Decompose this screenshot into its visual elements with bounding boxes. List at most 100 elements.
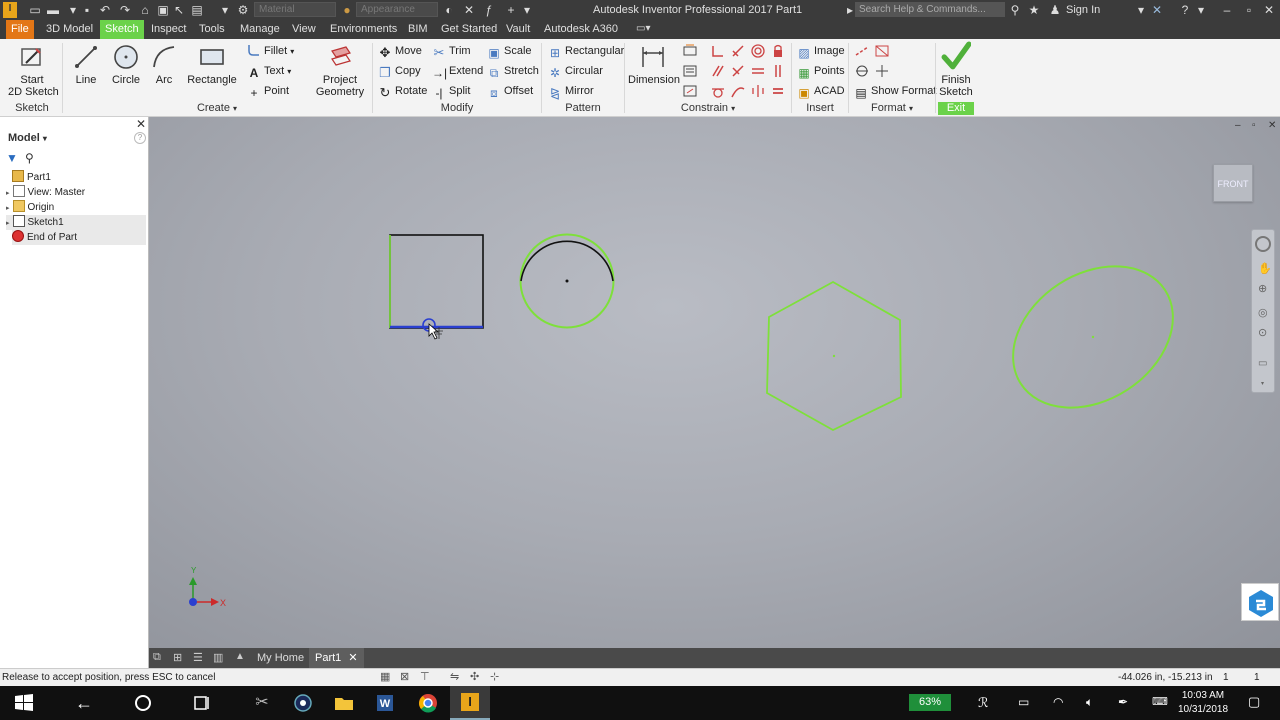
tree-item-part1[interactable]: Part1: [12, 170, 146, 185]
tile-horizontal-icon[interactable]: ☰: [193, 651, 203, 664]
volume-icon[interactable]: 🔈︎: [1086, 695, 1093, 710]
filter-icon[interactable]: ▼: [6, 151, 18, 165]
tab-autodesk-a360[interactable]: Autodesk A360: [539, 20, 623, 39]
back-arrow-icon[interactable]: ←: [72, 691, 96, 715]
tab-environments[interactable]: Environments: [325, 20, 402, 39]
construction-icon[interactable]: [854, 43, 870, 59]
undo-icon[interactable]: ↶: [98, 3, 112, 17]
people-icon[interactable]: ℛ: [978, 695, 988, 711]
inventor-logo-icon[interactable]: I: [3, 2, 17, 18]
show-format-button[interactable]: ▤ Show Format: [854, 82, 936, 100]
equal-constraint-icon[interactable]: [770, 83, 786, 99]
start-2d-sketch-button[interactable]: Start 2D Sketch: [8, 43, 59, 98]
notifications-icon[interactable]: ▢: [1248, 694, 1260, 710]
browser-header[interactable]: Model ▾: [8, 132, 47, 144]
rotate-button[interactable]: ↻ Rotate: [378, 82, 428, 100]
status-sketch-icon-4[interactable]: ⇋: [450, 670, 459, 683]
look-at-icon[interactable]: ⊙: [1258, 326, 1267, 339]
tree-item-sketch1[interactable]: ▸ Sketch1: [6, 215, 146, 230]
center-point-icon[interactable]: [854, 63, 870, 79]
circular-pattern-button[interactable]: ✲ Circular: [548, 62, 603, 80]
offset-button[interactable]: ⧈ Offset: [487, 82, 533, 100]
redo-icon[interactable]: ↷: [118, 3, 132, 17]
mirror-button[interactable]: ⧎ Mirror: [548, 82, 594, 100]
save-icon[interactable]: ▪: [80, 3, 94, 17]
create-panel-label[interactable]: Create ▾: [64, 102, 370, 115]
status-sketch-icon-3[interactable]: ⊤: [420, 670, 430, 683]
expand-arrow-icon[interactable]: ▸: [6, 190, 10, 197]
smooth-constraint-icon[interactable]: [730, 83, 746, 99]
windows-start-icon[interactable]: [12, 691, 36, 715]
tab-inspect[interactable]: Inspect: [146, 20, 191, 39]
battery-tray-icon[interactable]: ▭: [1018, 695, 1029, 709]
open-icon[interactable]: ▾: [66, 3, 80, 17]
tab-manage[interactable]: Manage: [235, 20, 285, 39]
tab-options-icon[interactable]: ▭▾: [636, 24, 650, 34]
sketch-circle[interactable]: [519, 233, 615, 329]
tab-part1[interactable]: Part1 ✕: [309, 648, 364, 668]
maximize-button[interactable]: ▫: [1240, 2, 1258, 18]
battery-indicator[interactable]: 63%: [909, 694, 951, 711]
binoculars-icon[interactable]: ⚲: [1008, 3, 1022, 17]
tree-item-view-master[interactable]: ▸ View: Master: [6, 185, 146, 200]
fillet-button[interactable]: Fillet ▾: [247, 42, 294, 60]
pan-hand-icon[interactable]: ✋: [1258, 262, 1272, 275]
text-button[interactable]: A Text ▾: [247, 62, 292, 80]
task-view-icon[interactable]: [190, 691, 214, 715]
nav-options-icon[interactable]: ▭: [1258, 358, 1267, 369]
tab-get-started[interactable]: Get Started: [436, 20, 502, 39]
circle-button[interactable]: Circle: [108, 43, 144, 86]
format-panel-label[interactable]: Format ▾: [850, 102, 934, 115]
tab-vault[interactable]: Vault: [501, 20, 535, 39]
zoom-icon[interactable]: ⊕: [1258, 282, 1267, 295]
sketch-rectangle[interactable]: [389, 234, 484, 329]
constrain-panel-label[interactable]: Constrain ▾: [626, 102, 790, 115]
color-override-icon[interactable]: ◐: [442, 3, 456, 17]
keyboard-icon[interactable]: ⌨: [1152, 695, 1168, 708]
symmetric-constraint-icon[interactable]: [750, 83, 766, 99]
viewport-close-button[interactable]: ✕: [1268, 120, 1276, 131]
home-icon[interactable]: ⌂: [138, 3, 152, 17]
fix-constraint-icon[interactable]: [770, 43, 786, 59]
driven-dimension-icon[interactable]: [874, 63, 890, 79]
status-sketch-icon-5[interactable]: ✣: [470, 670, 479, 683]
coincident-constraint-icon[interactable]: [710, 43, 726, 59]
vertical-constraint-icon[interactable]: [770, 63, 786, 79]
close-window-button[interactable]: ✕: [1260, 2, 1278, 18]
point-button[interactable]: + Point: [247, 82, 289, 100]
tile-vertical-icon[interactable]: ▥: [213, 651, 223, 664]
scale-button[interactable]: ▣ Scale: [487, 42, 531, 60]
chrome-icon[interactable]: [416, 691, 440, 715]
measure-icon[interactable]: ▤: [190, 3, 204, 17]
orbit-icon[interactable]: ◎: [1258, 306, 1268, 319]
screen-recorder-icon[interactable]: [291, 691, 315, 715]
tab-sketch[interactable]: Sketch: [100, 20, 144, 39]
rectangular-pattern-button[interactable]: ⊞ Rectangular: [548, 42, 624, 60]
exchange-icon[interactable]: ✕: [1150, 3, 1164, 17]
close-tab-icon[interactable]: ✕: [348, 652, 357, 664]
auto-dimension-icon[interactable]: [682, 43, 698, 59]
constraint-settings-icon[interactable]: [682, 63, 698, 79]
tab-my-home[interactable]: My Home: [251, 648, 310, 668]
network-icon[interactable]: ◠: [1053, 695, 1063, 709]
open-folder-icon[interactable]: ▬: [46, 3, 60, 17]
material-combo[interactable]: Material: [254, 2, 336, 17]
graphics-viewport[interactable]: Y X – ▫ ✕ FRONT ✋ ⊕ ◎ ⊙ ▭ ▾: [149, 117, 1280, 648]
appearance-ball-icon[interactable]: ●: [340, 3, 354, 17]
rectangle-button[interactable]: Rectangle: [186, 43, 238, 86]
extend-button[interactable]: →| Extend: [432, 62, 483, 80]
search-input[interactable]: Search Help & Commands...: [855, 2, 1005, 17]
sketch-hexagon[interactable]: [766, 280, 902, 432]
sign-in-link[interactable]: Sign In: [1066, 4, 1100, 16]
tile-icon[interactable]: ⊞: [173, 651, 182, 664]
dropdown-icon[interactable]: ▾: [218, 3, 232, 17]
viewport-restore-button[interactable]: ▫: [1252, 120, 1256, 131]
horizontal-constraint-icon[interactable]: [750, 63, 766, 79]
stretch-button[interactable]: ⧉ Stretch: [487, 62, 539, 80]
browser-help-icon[interactable]: ?: [134, 132, 146, 144]
tab-tools[interactable]: Tools: [194, 20, 230, 39]
centerline-icon[interactable]: [874, 43, 890, 59]
tree-item-end-of-part[interactable]: End of Part: [12, 230, 146, 245]
add-icon[interactable]: +: [504, 3, 518, 17]
arc-button[interactable]: Arc: [148, 43, 180, 86]
